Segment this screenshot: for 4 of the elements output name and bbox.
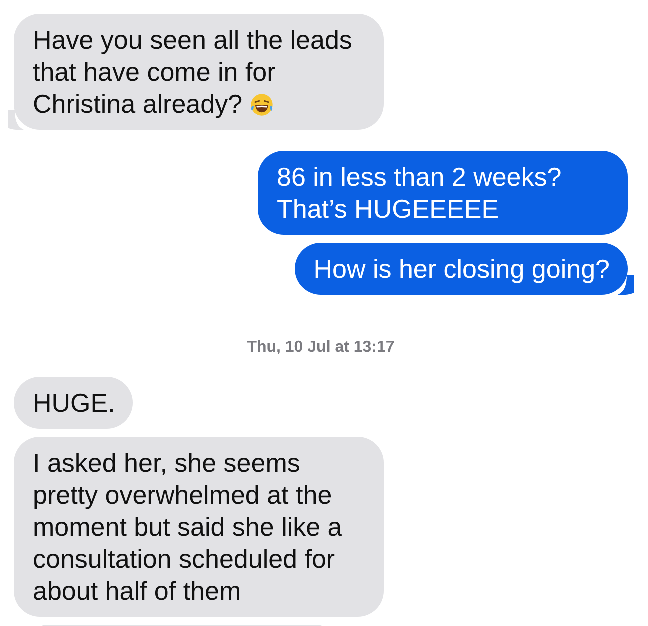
timestamp: Thu, 10 Jul at 13:17	[247, 339, 395, 357]
message-bubble: 86 in less than 2 weeks? That’s HUGEEEEE	[258, 151, 628, 235]
message-bubble: I asked her, she seems pretty overwhelmed at the moment but said she like a consultation scheduled for about half of them	[14, 437, 384, 617]
message-bubble: HUGE.	[14, 377, 134, 429]
